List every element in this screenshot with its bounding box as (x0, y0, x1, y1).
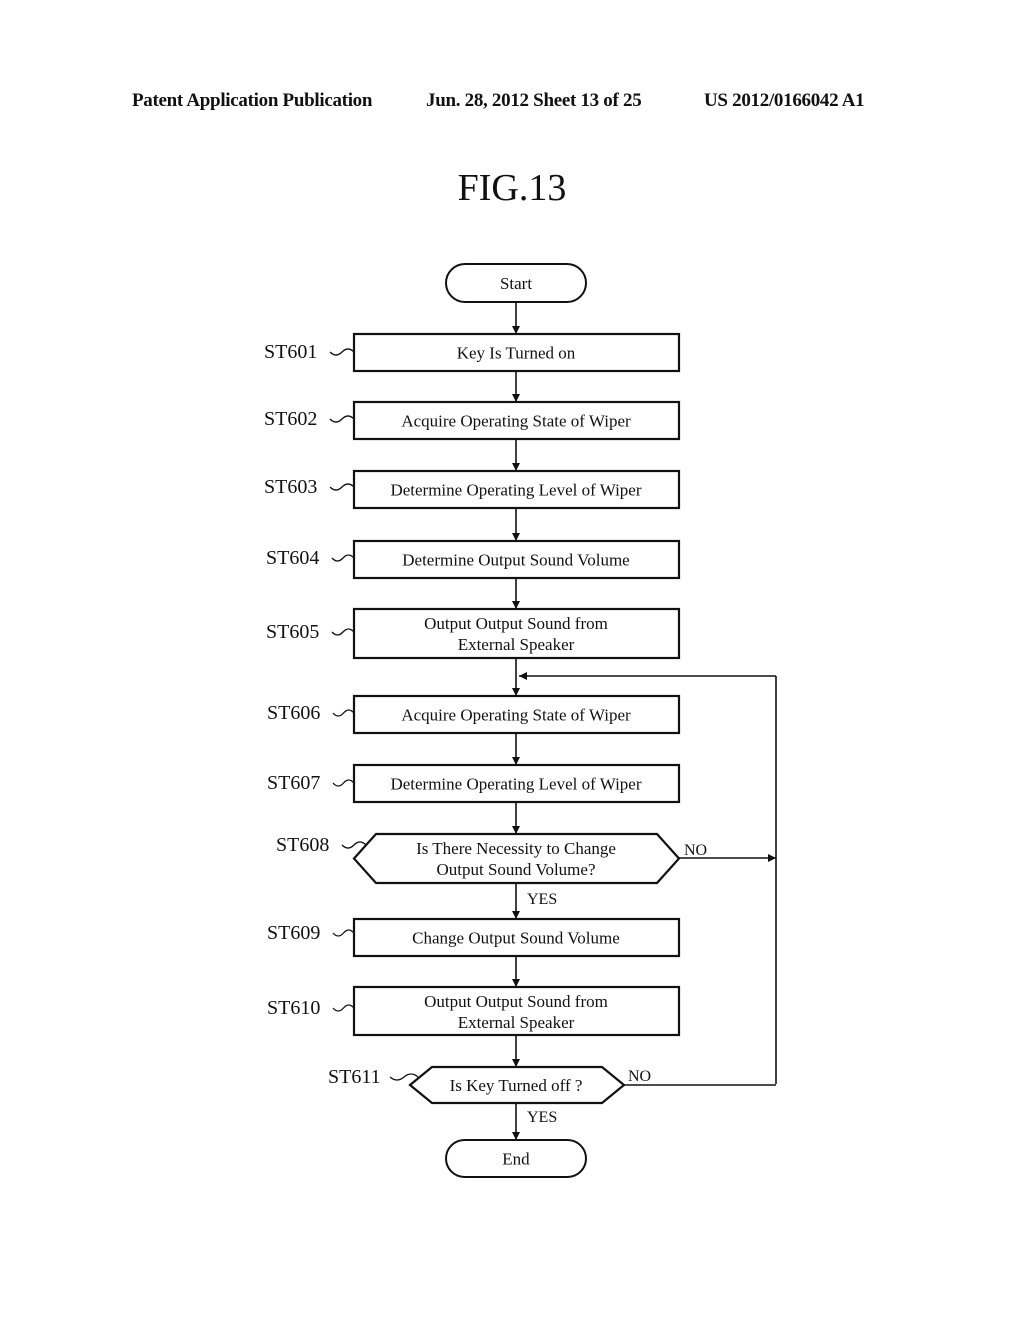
step-st608-text: Output Sound Volume? (437, 860, 596, 879)
step-st604-id: ST604 (266, 547, 319, 569)
step-st608-leader (341, 841, 367, 849)
step-st601-leader (329, 348, 355, 356)
st608-yes-label: YES (527, 891, 557, 908)
step-st609-leader (332, 929, 355, 937)
step-st601-text: Key Is Turned on (457, 344, 576, 363)
st611-yes-label: YES (527, 1109, 557, 1126)
flowchart: Start Key Is Turned on ST601 Acquire Operat… (264, 263, 777, 1178)
st608-no-label: NO (684, 842, 707, 859)
step-st610-text: Output Output Sound from (424, 992, 608, 1011)
step-st603-id: ST603 (264, 476, 317, 498)
end-terminal-label: End (502, 1150, 530, 1169)
step-st604-text: Determine Output Sound Volume (402, 551, 629, 570)
start-terminal-label: Start (500, 274, 532, 293)
step-st606-text: Acquire Operating State of Wiper (401, 706, 631, 725)
step-st602-text: Acquire Operating State of Wiper (401, 412, 631, 431)
step-st607-leader (332, 779, 355, 787)
step-st604-leader (331, 554, 355, 562)
step-st610-id: ST610 (267, 997, 320, 1019)
step-st608-id: ST608 (276, 834, 329, 856)
step-st609-id: ST609 (267, 922, 320, 944)
st611-no-label: NO (628, 1068, 651, 1085)
step-st602-leader (329, 415, 355, 423)
step-st605-text: Output Output Sound from (424, 614, 608, 633)
step-st605-leader (331, 628, 355, 636)
step-st603-leader (329, 483, 355, 491)
step-st603-text: Determine Operating Level of Wiper (390, 481, 641, 500)
step-st609-text: Change Output Sound Volume (412, 929, 620, 948)
step-st606-id: ST606 (267, 702, 320, 724)
step-st611-leader (389, 1073, 419, 1081)
step-st602-id: ST602 (264, 408, 317, 430)
step-st606-leader (332, 709, 355, 717)
step-st605-text: External Speaker (458, 635, 575, 654)
step-st607-id: ST607 (267, 772, 320, 794)
step-st601-id: ST601 (264, 341, 317, 363)
step-st608-text: Is There Necessity to Change (416, 839, 616, 858)
step-st610-text: External Speaker (458, 1013, 575, 1032)
step-st610-leader (332, 1004, 355, 1012)
step-st611-id: ST611 (328, 1066, 381, 1088)
step-st607-text: Determine Operating Level of Wiper (390, 775, 641, 794)
step-st611-text: Is Key Turned off ? (450, 1076, 583, 1095)
step-st605-id: ST605 (266, 621, 319, 643)
